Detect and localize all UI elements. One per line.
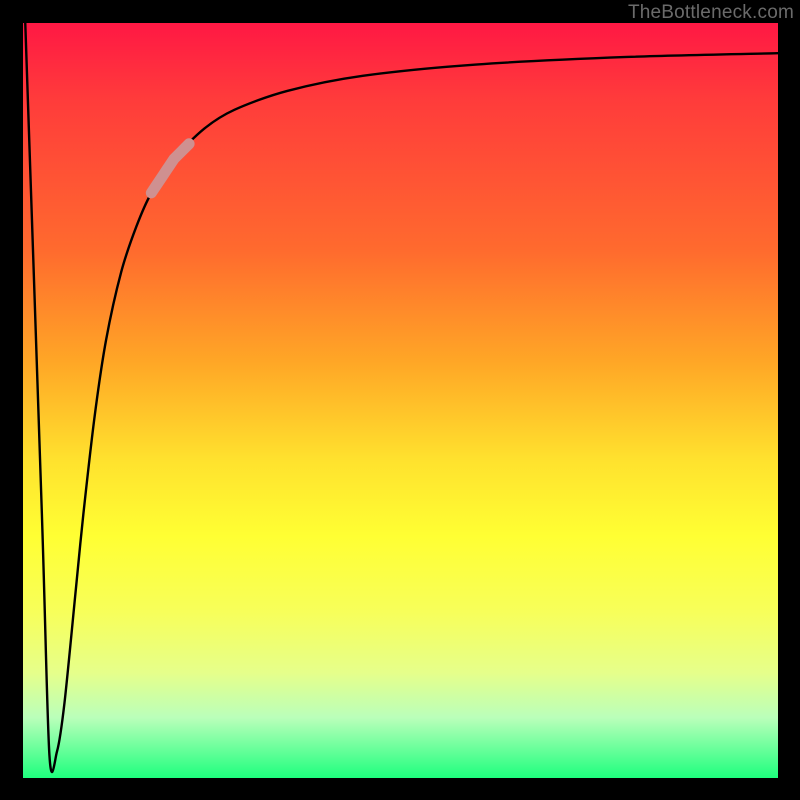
attribution-text: TheBottleneck.com — [628, 2, 794, 24]
bottleneck-curve — [25, 23, 778, 772]
bottleneck-curve-highlight — [151, 144, 189, 193]
chart-frame: TheBottleneck.com — [0, 0, 800, 800]
curve-layer — [23, 23, 778, 778]
plot-area — [23, 23, 778, 778]
